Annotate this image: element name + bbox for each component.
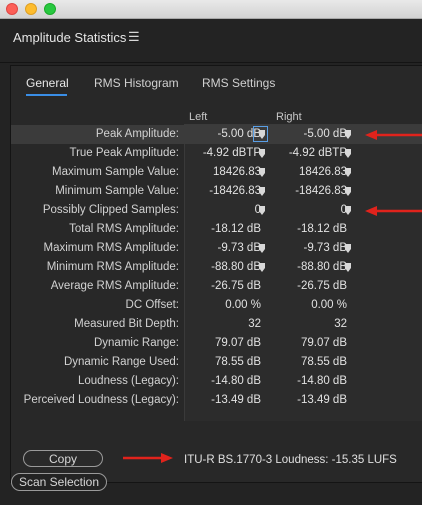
panel-divider	[0, 62, 422, 63]
row-label: Maximum Sample Value:	[52, 166, 179, 178]
right-channel-value: 78.55 dB	[300, 356, 347, 368]
right-marker-pin-icon[interactable]	[344, 244, 352, 253]
column-header-right: Right	[276, 111, 302, 123]
right-channel-value: 79.07 dB	[300, 337, 347, 349]
row-label: Peak Amplitude:	[95, 128, 179, 140]
zoom-window-button[interactable]	[44, 3, 56, 15]
table-row: Dynamic Range Used: 78.55 dB 78.55 dB	[11, 353, 422, 372]
left-channel-value: -88.80 dB	[211, 261, 261, 273]
table-row: Minimum Sample Value: -18426.83 -18426.83	[11, 182, 422, 201]
table-row: Perceived Loudness (Legacy): -13.49 dB -13…	[11, 391, 422, 410]
right-channel-value: -88.80 dB	[297, 261, 347, 273]
row-label: Average RMS Amplitude:	[50, 280, 179, 292]
right-marker-pin-icon[interactable]	[344, 206, 352, 215]
right-channel-value: 18426.83	[299, 166, 347, 178]
row-label: Perceived Loudness (Legacy):	[23, 394, 179, 406]
right-marker-pin-icon[interactable]	[344, 187, 352, 196]
right-channel-value: -4.92 dBTP	[288, 147, 347, 159]
table-row: DC Offset: 0.00 % 0.00 %	[11, 296, 422, 315]
right-marker-pin-icon[interactable]	[344, 130, 352, 139]
copy-button[interactable]: Copy	[23, 450, 103, 467]
table-row: Possibly Clipped Samples: 0 0	[11, 201, 422, 220]
row-label: Loudness (Legacy):	[77, 375, 179, 387]
left-marker-pin-icon[interactable]	[258, 149, 266, 158]
panel-header: Amplitude Statistics ☰	[0, 19, 422, 55]
left-channel-value: 78.55 dB	[214, 356, 261, 368]
table-row: Minimum RMS Amplitude: -88.80 dB -88.80 dB	[11, 258, 422, 277]
right-channel-value: -18.12 dB	[297, 223, 347, 235]
right-channel-value: -13.49 dB	[297, 394, 347, 406]
table-row: Measured Bit Depth: 32 32	[11, 315, 422, 334]
right-channel-value: -26.75 dB	[297, 280, 347, 292]
scan-selection-button[interactable]: Scan Selection	[11, 473, 107, 491]
left-marker-pin-icon[interactable]	[258, 187, 266, 196]
table-row: Loudness (Legacy): -14.80 dB -14.80 dB	[11, 372, 422, 391]
close-window-button[interactable]	[6, 3, 18, 15]
active-tab-indicator	[26, 94, 67, 96]
left-channel-value: 79.07 dB	[214, 337, 261, 349]
window-titlebar	[0, 0, 422, 19]
right-channel-value: -5.00 dB	[303, 128, 347, 140]
left-channel-value: 18426.83	[213, 166, 261, 178]
statistics-content: General RMS Histogram RMS Settings Left …	[10, 65, 422, 483]
row-label: Minimum Sample Value:	[55, 185, 179, 197]
left-channel-value: 0.00 %	[225, 299, 261, 311]
table-row: Maximum Sample Value: 18426.83 18426.83	[11, 163, 422, 182]
table-row: Total RMS Amplitude: -18.12 dB -18.12 dB	[11, 220, 422, 239]
right-channel-value: -9.73 dB	[303, 242, 347, 254]
left-channel-value: -4.92 dBTP	[202, 147, 261, 159]
left-channel-value: -18426.83	[209, 185, 261, 197]
table-row: Average RMS Amplitude: -26.75 dB -26.75 dB	[11, 277, 422, 296]
itu-loudness-readout: ITU-R BS.1770-3 Loudness: -15.35 LUFS	[184, 454, 397, 466]
row-label: Total RMS Amplitude:	[69, 223, 179, 235]
left-marker-pin-icon[interactable]	[258, 206, 266, 215]
amplitude-statistics-panel: Amplitude Statistics ☰ General RMS Histo…	[0, 19, 422, 505]
right-marker-pin-icon[interactable]	[344, 263, 352, 272]
left-channel-value: 32	[248, 318, 261, 330]
panel-menu-icon[interactable]: ☰	[128, 29, 140, 45]
left-channel-value: -26.75 dB	[211, 280, 261, 292]
row-label: Measured Bit Depth:	[74, 318, 179, 330]
right-channel-value: 0.00 %	[311, 299, 347, 311]
table-row: Maximum RMS Amplitude: -9.73 dB -9.73 dB	[11, 239, 422, 258]
tab-rms-settings[interactable]: RMS Settings	[202, 76, 275, 90]
table-row: Peak Amplitude: -5.00 dB -5.00 dB	[11, 125, 422, 144]
tab-general[interactable]: General	[26, 76, 69, 90]
red-arrow-icon	[123, 453, 173, 463]
left-channel-value: -9.73 dB	[217, 242, 261, 254]
table-row: Dynamic Range: 79.07 dB 79.07 dB	[11, 334, 422, 353]
column-header-left: Left	[189, 111, 208, 123]
row-label: Minimum RMS Amplitude:	[46, 261, 179, 273]
left-marker-pin-icon[interactable]	[258, 130, 266, 139]
left-marker-pin-icon[interactable]	[258, 168, 266, 177]
right-channel-value: -18426.83	[295, 185, 347, 197]
left-marker-pin-icon[interactable]	[258, 244, 266, 253]
panel-title: Amplitude Statistics	[13, 30, 127, 45]
left-channel-value: -13.49 dB	[211, 394, 261, 406]
left-channel-value: -14.80 dB	[211, 375, 261, 387]
left-marker-pin-icon[interactable]	[258, 263, 266, 272]
right-channel-value: -14.80 dB	[297, 375, 347, 387]
row-label: Dynamic Range:	[93, 337, 179, 349]
row-label: Maximum RMS Amplitude:	[43, 242, 179, 254]
right-marker-pin-icon[interactable]	[344, 168, 352, 177]
left-channel-value: -18.12 dB	[211, 223, 261, 235]
row-label: DC Offset:	[125, 299, 179, 311]
row-label: Dynamic Range Used:	[63, 356, 179, 368]
minimize-window-button[interactable]	[25, 3, 37, 15]
row-label: Possibly Clipped Samples:	[42, 204, 179, 216]
row-label: True Peak Amplitude:	[69, 147, 179, 159]
table-row: True Peak Amplitude: -4.92 dBTP -4.92 dBTP	[11, 144, 422, 163]
tab-rms-histogram[interactable]: RMS Histogram	[94, 76, 179, 90]
right-marker-pin-icon[interactable]	[344, 149, 352, 158]
right-channel-value: 32	[334, 318, 347, 330]
